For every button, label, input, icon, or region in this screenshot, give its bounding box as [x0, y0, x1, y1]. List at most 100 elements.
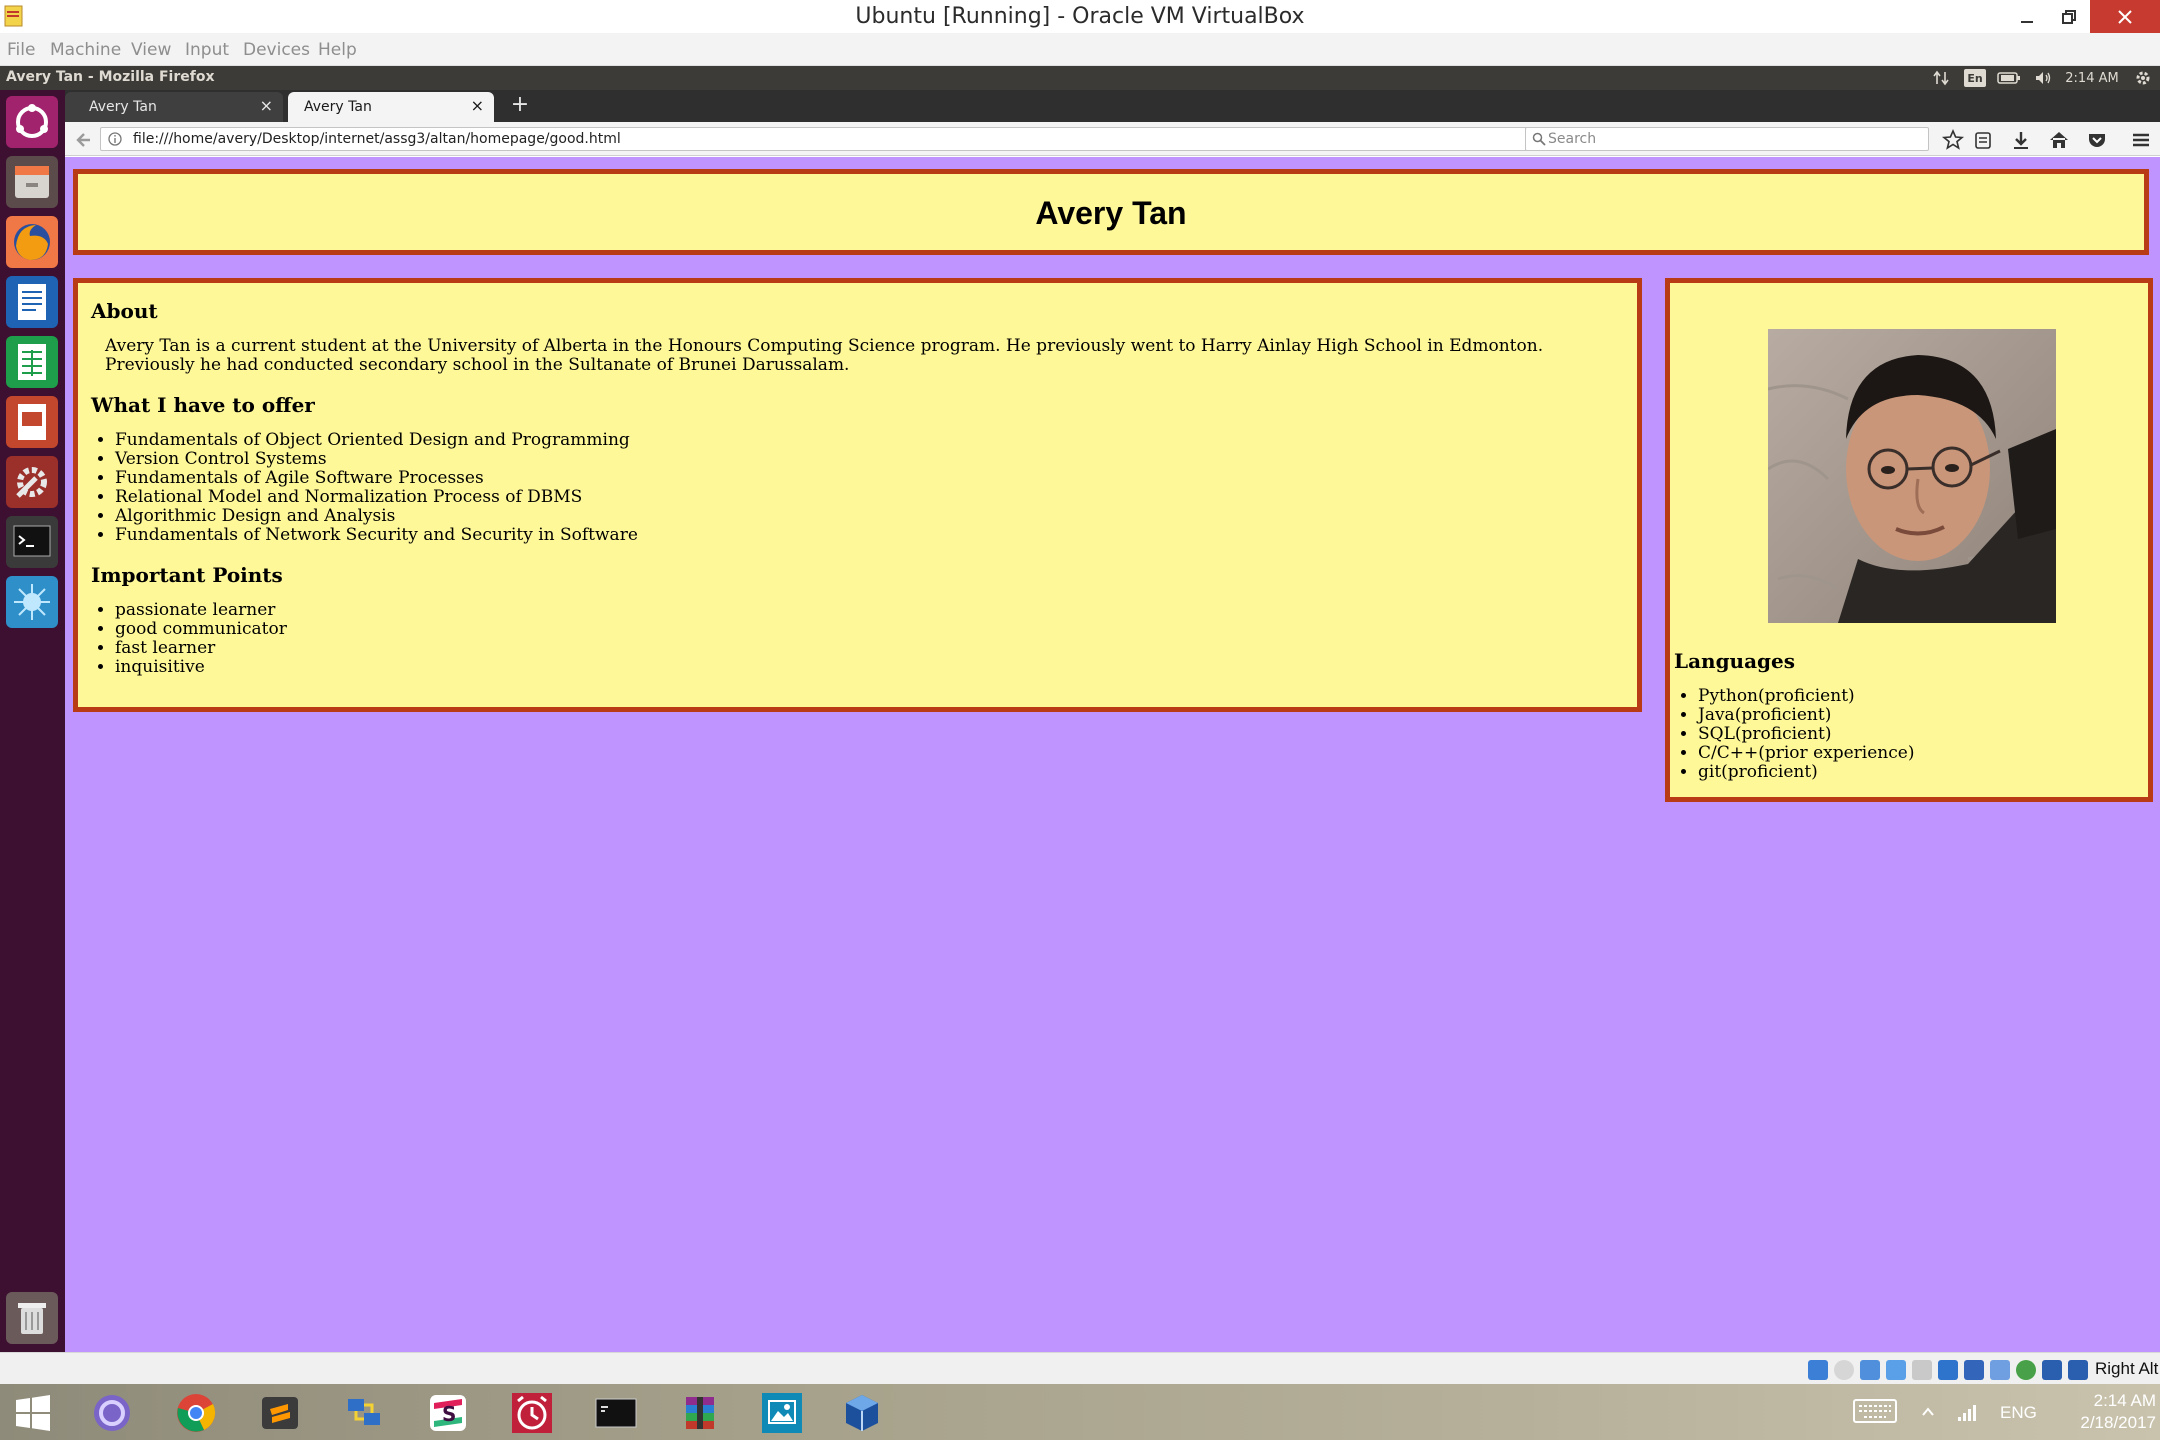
- libreoffice-calc-icon[interactable]: [6, 336, 58, 388]
- app-launcher-icon[interactable]: [6, 576, 58, 628]
- hamburger-menu-icon[interactable]: [2129, 128, 2153, 152]
- network-connections-icon[interactable]: [328, 1388, 400, 1438]
- downloads-icon[interactable]: [2009, 128, 2033, 152]
- windows-taskbar: S ENG 2:14 AM 2/18/2017: [0, 1384, 2160, 1440]
- tab-close-icon[interactable]: ×: [471, 96, 484, 115]
- search-icon: [1531, 131, 1547, 147]
- window-title: Ubuntu [Running] - Oracle VM VirtualBox: [855, 4, 1305, 29]
- ubuntu-top-panel: Avery Tan - Mozilla Firefox En 2:14 AM: [0, 66, 2160, 90]
- menu-help[interactable]: Help: [318, 40, 357, 60]
- clock-time: 2:14 AM: [2093, 1391, 2156, 1410]
- ubuntu-launcher: [0, 90, 65, 1352]
- command-prompt-icon[interactable]: [580, 1388, 652, 1438]
- libreoffice-impress-icon[interactable]: [6, 396, 58, 448]
- languages-list: Python(proficient) Java(proficient) SQL(…: [1674, 687, 2144, 782]
- mouse-integration-icon[interactable]: [2042, 1360, 2062, 1380]
- list-item: Version Control Systems: [115, 450, 1637, 469]
- menu-file[interactable]: File: [7, 40, 35, 60]
- home-icon[interactable]: [2047, 128, 2071, 152]
- show-hidden-icons-chevron-icon[interactable]: [1920, 1404, 1936, 1420]
- menu-view[interactable]: View: [131, 40, 171, 60]
- search-placeholder: Search: [1548, 131, 1597, 147]
- usb-icon[interactable]: [1912, 1360, 1932, 1380]
- audio-icon[interactable]: [1860, 1360, 1880, 1380]
- photos-icon[interactable]: [746, 1388, 818, 1438]
- list-item: Fundamentals of Object Oriented Design a…: [115, 431, 1637, 450]
- taskbar-clock[interactable]: 2:14 AM 2/18/2017: [2048, 1390, 2156, 1434]
- dash-home-icon[interactable]: [6, 96, 58, 148]
- firefox-navbar: file:///home/avery/Desktop/internet/assg…: [65, 122, 2160, 156]
- restore-button[interactable]: [2048, 0, 2090, 33]
- libreoffice-writer-icon[interactable]: [6, 276, 58, 328]
- hard-disk-icon[interactable]: [1808, 1360, 1828, 1380]
- list-item: SQL(proficient): [1698, 725, 2144, 744]
- pocket-icon[interactable]: [2085, 128, 2109, 152]
- url-text[interactable]: file:///home/avery/Desktop/internet/assg…: [133, 131, 621, 147]
- list-item: Algorithmic Design and Analysis: [115, 507, 1637, 526]
- touch-keyboard-icon[interactable]: [1850, 1396, 1900, 1426]
- firefox-icon[interactable]: [6, 216, 58, 268]
- cpu-activity-icon[interactable]: [2016, 1360, 2036, 1380]
- list-item: passionate learner: [115, 601, 1637, 620]
- list-item: Fundamentals of Network Security and Sec…: [115, 526, 1637, 545]
- wifi-signal-icon[interactable]: [1956, 1402, 1978, 1422]
- tab-close-icon[interactable]: ×: [260, 96, 273, 115]
- recording-icon[interactable]: [1990, 1360, 2010, 1380]
- minimize-button[interactable]: [2006, 0, 2048, 33]
- system-settings-icon[interactable]: [6, 456, 58, 508]
- panel-clock[interactable]: 2:14 AM: [2062, 68, 2122, 88]
- trash-icon[interactable]: [6, 1292, 58, 1344]
- search-input[interactable]: Search: [1525, 127, 1929, 151]
- terminal-icon[interactable]: [6, 516, 58, 568]
- chrome-icon[interactable]: [160, 1388, 232, 1438]
- close-icon: [2118, 9, 2132, 24]
- new-tab-button[interactable]: +: [505, 92, 535, 120]
- virtualbox-icon[interactable]: [826, 1388, 898, 1438]
- page-title: Avery Tan: [1035, 195, 1187, 231]
- tab-label: Avery Tan: [304, 99, 372, 115]
- system-gear-icon[interactable]: [2132, 68, 2154, 88]
- display-icon[interactable]: [1964, 1360, 1984, 1380]
- url-bar[interactable]: file:///home/avery/Desktop/internet/assg…: [100, 127, 1588, 151]
- vbox-menubar: File Machine View Input Devices Help: [0, 33, 2160, 66]
- vbox-titlebar: Ubuntu [Running] - Oracle VM VirtualBox: [0, 0, 2160, 33]
- keyboard-layout-indicator[interactable]: En: [1964, 69, 1986, 87]
- menu-input[interactable]: Input: [185, 40, 229, 60]
- profile-photo: [1768, 329, 2056, 623]
- list-item: Python(proficient): [1698, 687, 2144, 706]
- alarm-clock-icon[interactable]: [496, 1388, 568, 1438]
- bookmark-star-icon[interactable]: [1941, 128, 1965, 152]
- vbox-statusbar: Right Alt: [0, 1352, 2160, 1384]
- menu-devices[interactable]: Devices: [243, 40, 310, 60]
- menu-machine[interactable]: Machine: [50, 40, 121, 60]
- volume-icon[interactable]: [2032, 68, 2054, 88]
- languages-section: Languages Python(proficient) Java(profic…: [1674, 649, 2144, 800]
- back-arrow-icon[interactable]: [74, 129, 96, 151]
- web-page: Avery Tan About Avery Tan is a current s…: [65, 157, 2160, 1352]
- windows-start-icon[interactable]: [0, 1388, 66, 1438]
- battery-icon[interactable]: [1996, 68, 2022, 88]
- network-adapter-icon[interactable]: [1886, 1360, 1906, 1380]
- sublime-text-icon[interactable]: [244, 1388, 316, 1438]
- optical-drive-icon[interactable]: [1834, 1360, 1854, 1380]
- info-icon[interactable]: [107, 131, 123, 147]
- list-item: Java(proficient): [1698, 706, 2144, 725]
- bookmarks-menu-icon[interactable]: [1971, 128, 1995, 152]
- restore-icon: [2062, 9, 2076, 24]
- important-points-heading: Important Points: [91, 563, 283, 587]
- keyboard-capture-icon[interactable]: [2068, 1360, 2088, 1380]
- shared-folders-icon[interactable]: [1938, 1360, 1958, 1380]
- header-box: Avery Tan: [73, 169, 2149, 255]
- main-content-box: About Avery Tan is a current student at …: [73, 278, 1642, 712]
- files-icon[interactable]: [6, 156, 58, 208]
- close-button[interactable]: [2090, 0, 2160, 33]
- firefox-tabbar: Avery Tan × Avery Tan × +: [65, 90, 2160, 122]
- cortana-icon[interactable]: [76, 1388, 148, 1438]
- winrar-icon[interactable]: [664, 1388, 736, 1438]
- network-updown-icon[interactable]: [1930, 68, 1952, 88]
- important-points-list: passionate learner good communicator fas…: [91, 601, 1637, 677]
- slack-icon[interactable]: S: [412, 1388, 484, 1438]
- tab-avery-tan-2-active[interactable]: Avery Tan ×: [288, 92, 494, 122]
- tab-avery-tan-1[interactable]: Avery Tan ×: [65, 92, 283, 122]
- language-indicator[interactable]: ENG: [2000, 1403, 2037, 1423]
